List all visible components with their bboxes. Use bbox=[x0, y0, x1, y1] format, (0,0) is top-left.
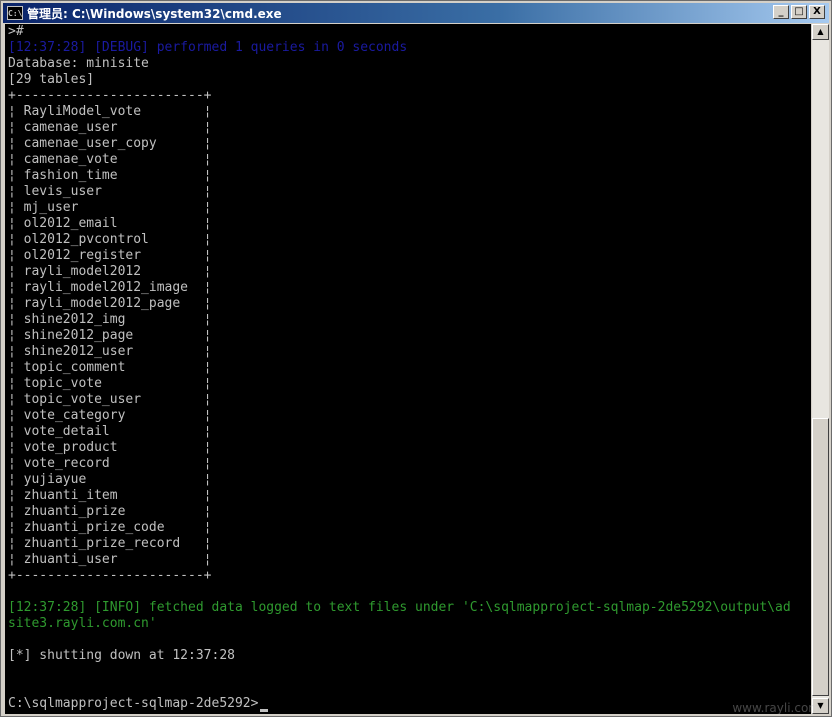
table-border-top: +------------------------+ bbox=[8, 88, 212, 103]
table-row: ¦ levis_user ¦ bbox=[8, 184, 212, 199]
table-row: ¦ yujiayue ¦ bbox=[8, 472, 212, 487]
tables-count-line: [29 tables] bbox=[8, 72, 95, 87]
table-row: ¦ rayli_model2012 ¦ bbox=[8, 264, 212, 279]
info-log-line: [12:37:28] [INFO] fetched data logged to… bbox=[8, 600, 791, 615]
console-prompt-line: ># bbox=[8, 24, 24, 39]
database-line: Database: minisite bbox=[8, 56, 149, 71]
maximize-button[interactable]: □ bbox=[791, 5, 807, 19]
table-row: ¦ zhuanti_prize_record ¦ bbox=[8, 536, 212, 551]
title-bar[interactable]: C:\ 管理员: C:\Windows\system32\cmd.exe _ □… bbox=[3, 3, 829, 23]
cmd-window: C:\ 管理员: C:\Windows\system32\cmd.exe _ □… bbox=[0, 0, 832, 717]
scrollbar-thumb[interactable] bbox=[812, 418, 829, 696]
table-row: ¦ vote_category ¦ bbox=[8, 408, 212, 423]
window-controls: _ □ X bbox=[771, 5, 825, 19]
minimize-button[interactable]: _ bbox=[773, 5, 789, 19]
console-output[interactable]: ># [12:37:28] [DEBUG] performed 1 queries… bbox=[5, 24, 811, 714]
close-button[interactable]: X bbox=[809, 5, 825, 19]
scroll-up-arrow-icon[interactable]: ▲ bbox=[812, 24, 829, 40]
table-row: ¦ zhuanti_prize ¦ bbox=[8, 504, 212, 519]
table-row: ¦ topic_vote ¦ bbox=[8, 376, 212, 391]
table-row: ¦ shine2012_user ¦ bbox=[8, 344, 212, 359]
table-row: ¦ camenae_vote ¦ bbox=[8, 152, 212, 167]
table-row: ¦ ol2012_pvcontrol ¦ bbox=[8, 232, 212, 247]
final-prompt: C:\sqlmapproject-sqlmap-2de5292> bbox=[8, 696, 259, 711]
table-row: ¦ topic_comment ¦ bbox=[8, 360, 212, 375]
table-border-bottom: +------------------------+ bbox=[8, 568, 212, 583]
watermark: www.rayli.com bbox=[732, 701, 820, 715]
table-row: ¦ rayli_model2012_image ¦ bbox=[8, 280, 212, 295]
cmd-icon[interactable]: C:\ bbox=[7, 6, 23, 20]
table-row: ¦ vote_detail ¦ bbox=[8, 424, 212, 439]
text-cursor bbox=[259, 709, 268, 712]
table-row: ¦ vote_record ¦ bbox=[8, 456, 212, 471]
table-row: ¦ zhuanti_item ¦ bbox=[8, 488, 212, 503]
shutdown-line: [*] shutting down at 12:37:28 bbox=[8, 648, 235, 663]
table-row: ¦ zhuanti_user ¦ bbox=[8, 552, 212, 567]
table-row: ¦ shine2012_img ¦ bbox=[8, 312, 212, 327]
table-row: ¦ mj_user ¦ bbox=[8, 200, 212, 215]
table-row: ¦ RayliModel_vote ¦ bbox=[8, 104, 212, 119]
table-row: ¦ camenae_user ¦ bbox=[8, 120, 212, 135]
table-row: ¦ ol2012_register ¦ bbox=[8, 248, 212, 263]
table-row: ¦ rayli_model2012_page ¦ bbox=[8, 296, 212, 311]
window-title: 管理员: C:\Windows\system32\cmd.exe bbox=[27, 6, 282, 21]
table-row: ¦ topic_vote_user ¦ bbox=[8, 392, 212, 407]
info-log-line-continued: site3.rayli.com.cn' bbox=[8, 616, 157, 631]
vertical-scrollbar[interactable]: ▲ ▼ bbox=[812, 24, 829, 714]
table-row: ¦ vote_product ¦ bbox=[8, 440, 212, 455]
table-row: ¦ fashion_time ¦ bbox=[8, 168, 212, 183]
table-row: ¦ zhuanti_prize_code ¦ bbox=[8, 520, 212, 535]
table-row: ¦ ol2012_email ¦ bbox=[8, 216, 212, 231]
debug-log-line: [12:37:28] [DEBUG] performed 1 queries i… bbox=[8, 40, 408, 55]
table-row: ¦ shine2012_page ¦ bbox=[8, 328, 212, 343]
table-row: ¦ camenae_user_copy ¦ bbox=[8, 136, 212, 151]
